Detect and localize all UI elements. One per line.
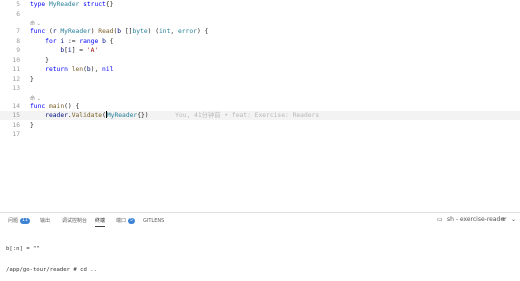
code-token: {})	[137, 112, 149, 119]
chevron-down-icon[interactable]: ⌄	[511, 216, 516, 224]
code-token: 'A'	[86, 47, 99, 54]
code-text: func main() {	[30, 102, 79, 111]
line-number: 16	[12, 121, 20, 129]
code-token: ),	[90, 66, 103, 73]
code-line[interactable]: 9 b[i] = 'A'	[0, 46, 520, 55]
code-token: {}	[105, 1, 114, 8]
line-number: 8	[16, 37, 20, 45]
code-token: b	[30, 47, 65, 54]
code-line[interactable]: 5 type MyReader struct{}	[0, 0, 520, 9]
count-badge: 11	[20, 218, 30, 224]
code-line-current[interactable]: 15 reader.Validate(MyReader{}) You, 41分钟…	[0, 111, 520, 120]
code-text: }	[30, 75, 34, 84]
code-token: :=	[67, 37, 80, 45]
code-token: func	[30, 102, 49, 110]
terminal-line: b[:n] = ""	[6, 246, 40, 252]
code-text: return len(b), nil	[30, 65, 113, 74]
line-number: 14	[12, 102, 20, 110]
line-number: 11	[12, 66, 20, 73]
tab-label: 输出	[40, 218, 51, 224]
terminal-output[interactable]: b[:n] = "" /app/go-tour/reader # cd ..	[6, 232, 97, 281]
code-token: return	[30, 66, 72, 73]
terminal-tab-label[interactable]: sh - exercise-reader	[447, 216, 507, 224]
code-line[interactable]: 13	[0, 84, 520, 93]
line-number: 17	[12, 131, 20, 138]
line-number: 6	[16, 10, 20, 18]
code-token: main	[48, 102, 65, 110]
tab-3[interactable]: 终端	[95, 216, 106, 227]
tab-5[interactable]: GITLENS	[143, 216, 164, 226]
code-editor[interactable]: 5 type MyReader struct{} 6 命 ⌄ 7 func (r MyRe…	[0, 0, 520, 212]
add-terminal-icon[interactable]: +	[501, 216, 506, 224]
code-token: int	[159, 28, 171, 35]
code-token: struct	[79, 1, 106, 8]
tab-label: GITLENS	[143, 218, 165, 224]
code-line[interactable]: 17	[0, 130, 520, 139]
code-line[interactable]: 14 func main() {	[0, 102, 520, 111]
code-token: MyReader	[48, 1, 80, 8]
tab-2[interactable]: 调试控制台	[62, 216, 87, 226]
code-text: func (r MyReader) Read(b []byte) (int, e…	[30, 27, 208, 36]
code-token: }	[30, 121, 34, 129]
code-line[interactable]: 7 func (r MyReader) Read(b []byte) (int, …	[0, 27, 520, 36]
code-token: Validate	[71, 112, 103, 119]
code-text: }	[30, 56, 49, 65]
tab-label: 问题	[8, 218, 19, 224]
tab-label: 调试控制台	[62, 218, 88, 224]
code-token: ) (	[147, 28, 159, 35]
tab-1[interactable]: 输出	[40, 216, 50, 226]
code-token: byte	[132, 28, 148, 35]
code-token: () {	[64, 102, 80, 110]
count-badge: 5	[128, 218, 135, 224]
code-token: i	[60, 37, 68, 45]
line-number: 12	[12, 75, 20, 83]
tab-label: 终端	[95, 218, 106, 224]
code-text: reader.Validate(MyReader{}) You, 41分钟前 •…	[30, 111, 319, 120]
code-token: func	[30, 28, 49, 35]
code-line[interactable]: 8 for i := range b {	[0, 37, 520, 46]
code-token: {	[105, 37, 114, 45]
code-text: for i := range b {	[30, 37, 113, 46]
code-token: range	[79, 37, 103, 45]
code-line[interactable]: 10 }	[0, 56, 520, 65]
code-token: type	[30, 1, 49, 8]
code-token: }	[30, 56, 49, 64]
code-token: ,	[170, 28, 178, 35]
code-text: b[i] = 'A'	[30, 46, 98, 55]
terminal-line: /app/go-tour/reader # cd ..	[6, 267, 97, 273]
line-number: 15	[12, 112, 20, 119]
terminal-icon[interactable]: ▭	[437, 216, 443, 224]
tab-label: 端口	[116, 218, 127, 224]
code-line[interactable]: 16}	[0, 121, 520, 130]
code-line[interactable]: 12}	[0, 75, 520, 84]
code-text: type MyReader struct{}	[30, 0, 113, 9]
inline-blame: You, 41分钟前 • feat: Exercise: Readers	[148, 112, 320, 119]
line-number: 9	[16, 47, 20, 54]
line-number: 10	[12, 56, 20, 64]
code-token: reader	[30, 112, 68, 119]
code-token: ] =	[71, 47, 87, 54]
code-token: for	[30, 37, 61, 45]
line-number: 7	[16, 28, 20, 35]
line-number: 13	[12, 85, 20, 92]
code-token: }	[30, 75, 34, 83]
code-token: MyReader	[60, 28, 91, 35]
tab-4[interactable]: 端口 5	[116, 216, 135, 226]
code-line[interactable]: 6	[0, 10, 520, 19]
code-token: error	[177, 28, 197, 35]
line-number: 5	[16, 1, 20, 8]
code-text: }	[30, 121, 34, 130]
code-token: ) {	[196, 28, 209, 35]
code-token: MyReader	[106, 112, 138, 119]
tab-0[interactable]: 问题 11	[8, 216, 30, 226]
code-token: nil	[102, 66, 114, 73]
code-token: len	[71, 66, 84, 73]
code-token: b	[117, 28, 125, 35]
code-line[interactable]: 11 return len(b), nil	[0, 65, 520, 74]
code-token: Read	[98, 28, 114, 35]
